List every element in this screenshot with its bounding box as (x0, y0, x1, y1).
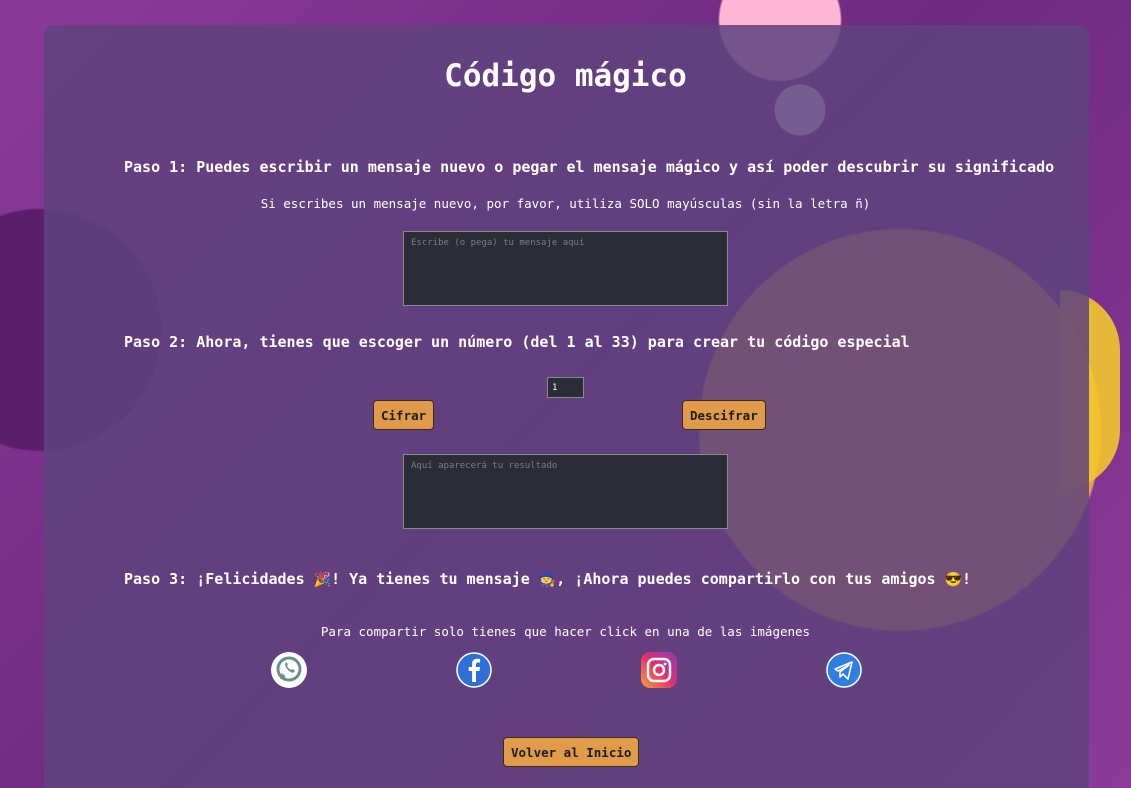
telegram-icon[interactable] (826, 652, 862, 688)
step3-text-3: , ¡Ahora puedes compartirlo con tus amig… (556, 570, 945, 588)
cool-emoji-icon: 😎 (944, 572, 963, 588)
main-card (44, 25, 1089, 788)
share-note: Para compartir solo tienes que hacer cli… (320, 624, 811, 639)
step3-heading: Paso 3: ¡Felicidades 🎉! Ya tienes tu men… (124, 570, 971, 588)
encrypt-button[interactable]: Cifrar (373, 400, 435, 430)
step1-heading: Paso 1: Puedes escribir un mensaje nuevo… (124, 158, 1055, 176)
page-title: Código mágico (444, 58, 687, 94)
instagram-icon[interactable] (641, 652, 677, 688)
step1-note: Si escribes un mensaje nuevo, por favor,… (260, 196, 871, 211)
back-to-home-button[interactable]: Volver al Inicio (503, 737, 640, 767)
facebook-icon[interactable] (456, 652, 492, 688)
shift-number-input[interactable] (547, 377, 584, 398)
decrypt-button[interactable]: Descifrar (682, 400, 766, 430)
party-emoji-icon: 🎉 (313, 572, 332, 588)
step3-text-1: Paso 3: ¡Felicidades (124, 570, 314, 588)
whatsapp-icon[interactable] (271, 652, 307, 688)
message-input[interactable] (403, 231, 728, 306)
step3-text-2: ! Ya tienes tu mensaje (331, 570, 539, 588)
step3-text-4: ! (962, 570, 972, 588)
result-output[interactable] (403, 454, 728, 529)
wizard-emoji-icon: 🧙 (538, 572, 557, 588)
step2-heading: Paso 2: Ahora, tienes que escoger un núm… (124, 333, 910, 351)
